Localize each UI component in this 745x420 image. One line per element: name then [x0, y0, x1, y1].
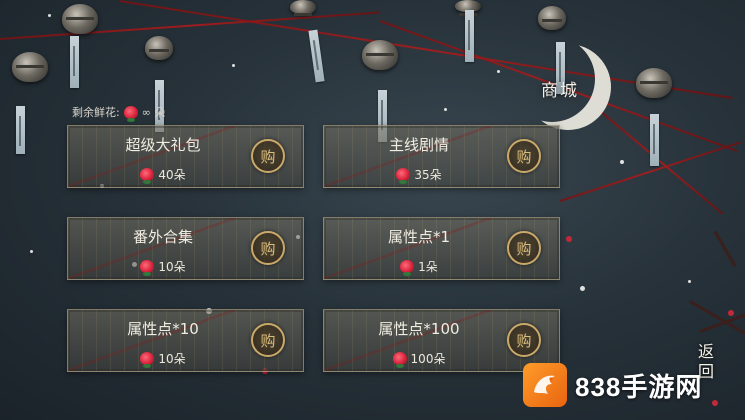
paper-tag — [465, 10, 474, 62]
bell-ornament — [290, 0, 316, 16]
item-price-value: 1朵 — [418, 260, 438, 274]
red-rope — [0, 11, 380, 40]
snowflake — [497, 70, 500, 73]
buy-button[interactable]: 购 — [507, 139, 541, 173]
item-name: 番外合集 — [132, 228, 193, 246]
buy-button[interactable]: 购 — [251, 231, 285, 265]
bell-ornament — [362, 40, 398, 70]
plum-blossom — [712, 400, 718, 406]
paper-tag — [308, 29, 325, 83]
item-name: 属性点*10 — [127, 320, 199, 338]
item-price-value: 10朵 — [158, 352, 186, 366]
item-price: 1朵 — [324, 258, 514, 276]
item-price: 10朵 — [68, 258, 258, 276]
paper-tag — [650, 114, 659, 166]
site-watermark: 838手游网 — [523, 360, 702, 410]
snowflake — [620, 160, 624, 164]
rose-icon — [140, 260, 155, 276]
bell-ornament — [12, 52, 48, 82]
buy-button[interactable]: 购 — [251, 139, 285, 173]
plum-blossom — [566, 236, 572, 242]
item-name: 属性点*1 — [387, 228, 451, 246]
shop-item-card[interactable]: 属性点*1 1朵 购 — [323, 217, 560, 280]
rose-icon — [140, 168, 155, 184]
page-title: 商城 — [541, 81, 579, 101]
watermark-text: 838手游网 — [575, 371, 703, 402]
snowflake — [48, 14, 51, 17]
snowflake — [580, 286, 585, 291]
shop-item-card[interactable]: 主线剧情 35朵 购 — [323, 125, 560, 188]
item-price-value: 35朵 — [414, 168, 442, 182]
buy-button[interactable]: 购 — [507, 231, 541, 265]
paper-tag — [16, 106, 25, 154]
bell-ornament — [62, 4, 98, 34]
shop-item-card[interactable]: 番外合集 10朵 购 — [67, 217, 304, 280]
item-price-value: 40朵 — [158, 168, 186, 182]
rose-icon — [400, 260, 415, 276]
rose-icon — [123, 105, 138, 122]
rose-icon — [392, 352, 407, 368]
bell-ornament — [538, 6, 566, 30]
buy-button[interactable]: 购 — [507, 323, 541, 357]
plum-blossom — [728, 310, 734, 316]
shop-item-card[interactable]: 超级大礼包 40朵 购 — [67, 125, 304, 188]
flower-balance-value: ∞ 朵 — [141, 106, 166, 119]
snowflake — [688, 280, 691, 283]
flower-balance: 剩余鲜花: ∞ 朵 — [72, 104, 166, 122]
item-price: 40朵 — [68, 166, 258, 184]
item-price: 100朵 — [324, 350, 514, 368]
item-price: 35朵 — [324, 166, 514, 184]
item-price: 10朵 — [68, 350, 258, 368]
snowflake — [30, 250, 33, 253]
item-price-value: 10朵 — [158, 260, 186, 274]
shop-item-card[interactable]: 属性点*10 10朵 购 — [67, 309, 304, 372]
snowflake — [232, 64, 235, 67]
item-name: 属性点*100 — [378, 320, 460, 338]
bell-ornament — [145, 36, 173, 60]
flower-balance-label: 剩余鲜花: — [72, 106, 120, 119]
item-price-value: 100朵 — [410, 352, 446, 366]
buy-button[interactable]: 购 — [251, 323, 285, 357]
red-rope — [599, 110, 724, 215]
bell-ornament — [636, 68, 672, 98]
rose-icon — [396, 168, 411, 184]
dragon-icon — [523, 363, 567, 407]
plum-branch — [713, 230, 737, 267]
paper-tag — [70, 36, 79, 88]
snowflake — [444, 108, 447, 111]
rose-icon — [140, 352, 155, 368]
item-name: 主线剧情 — [388, 136, 449, 154]
item-name: 超级大礼包 — [125, 136, 201, 154]
